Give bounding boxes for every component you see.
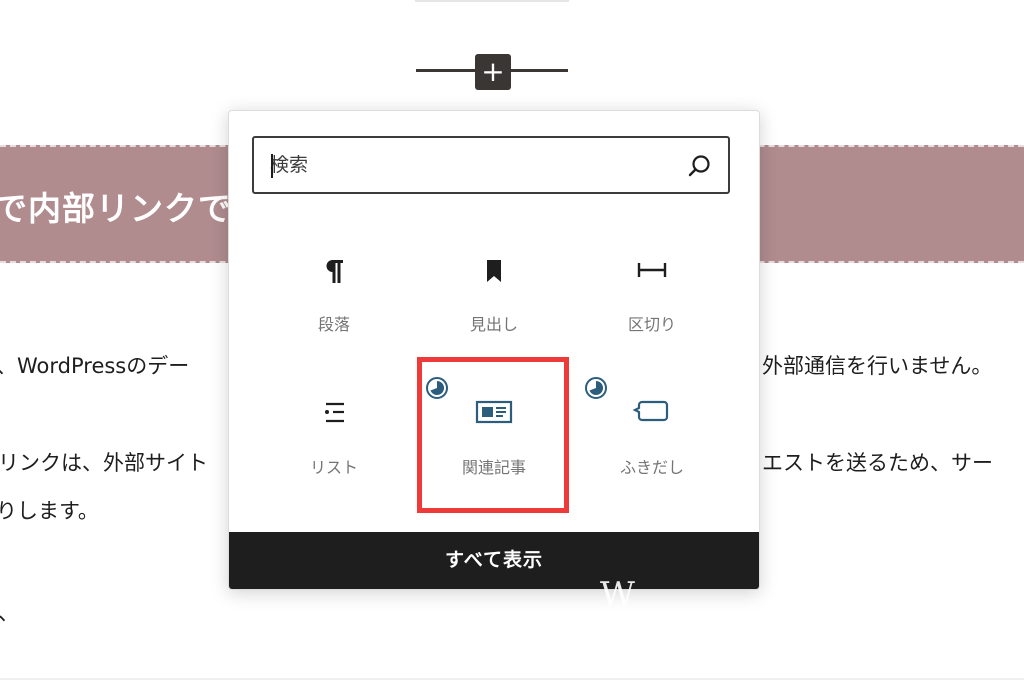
block-paragraph[interactable]: 段落	[264, 251, 404, 351]
clock-icon	[426, 377, 448, 399]
block-heading[interactable]: 見出し	[424, 251, 564, 351]
search-input[interactable]	[270, 138, 670, 192]
search-box[interactable]	[252, 136, 730, 194]
block-label: ふきだし	[619, 458, 684, 477]
block-label: 段落	[317, 315, 350, 334]
bottom-divider	[0, 678, 1024, 680]
block-label: 見出し	[469, 315, 518, 334]
paragraph-text: 外部通信を行いません。	[762, 354, 993, 378]
block-speech-bubble[interactable]: ふきだし	[582, 394, 722, 494]
section-heading: で内部リンクで	[0, 189, 232, 228]
block-list[interactable]: リスト	[264, 394, 404, 494]
search-icon[interactable]	[686, 152, 714, 180]
top-divider	[415, 0, 569, 2]
show-all-button[interactable]: すべて表示	[229, 532, 759, 589]
inserter-line-right	[510, 69, 568, 72]
paragraph-text: エストを送るため、サー	[762, 451, 993, 475]
block-separator[interactable]: 区切り	[582, 251, 722, 351]
text-cursor	[271, 154, 273, 178]
block-inserter-popover: 段落 見出し 区切り リスト 関連記事	[228, 110, 760, 590]
block-label: リスト	[309, 458, 358, 477]
speech-bubble-icon	[632, 400, 669, 422]
heading-icon	[487, 260, 501, 282]
separator-icon	[637, 263, 667, 277]
paragraph-text: リンクは、外部サイト	[0, 451, 208, 475]
paragraph-icon	[326, 260, 343, 283]
list-icon	[325, 402, 344, 423]
paragraph-text: 、	[0, 601, 19, 625]
block-label: 区切り	[627, 315, 676, 334]
block-inserter-button[interactable]: +	[475, 54, 511, 90]
watermark: W	[600, 575, 637, 615]
inserter-line-left	[416, 69, 476, 72]
clock-icon	[585, 377, 607, 399]
block-related-posts[interactable]: 関連記事	[424, 394, 564, 494]
paragraph-text: りします。	[0, 499, 99, 523]
block-label: 関連記事	[461, 458, 526, 477]
paragraph-text: 、WordPressのデー	[0, 354, 190, 378]
related-posts-icon	[475, 400, 513, 424]
